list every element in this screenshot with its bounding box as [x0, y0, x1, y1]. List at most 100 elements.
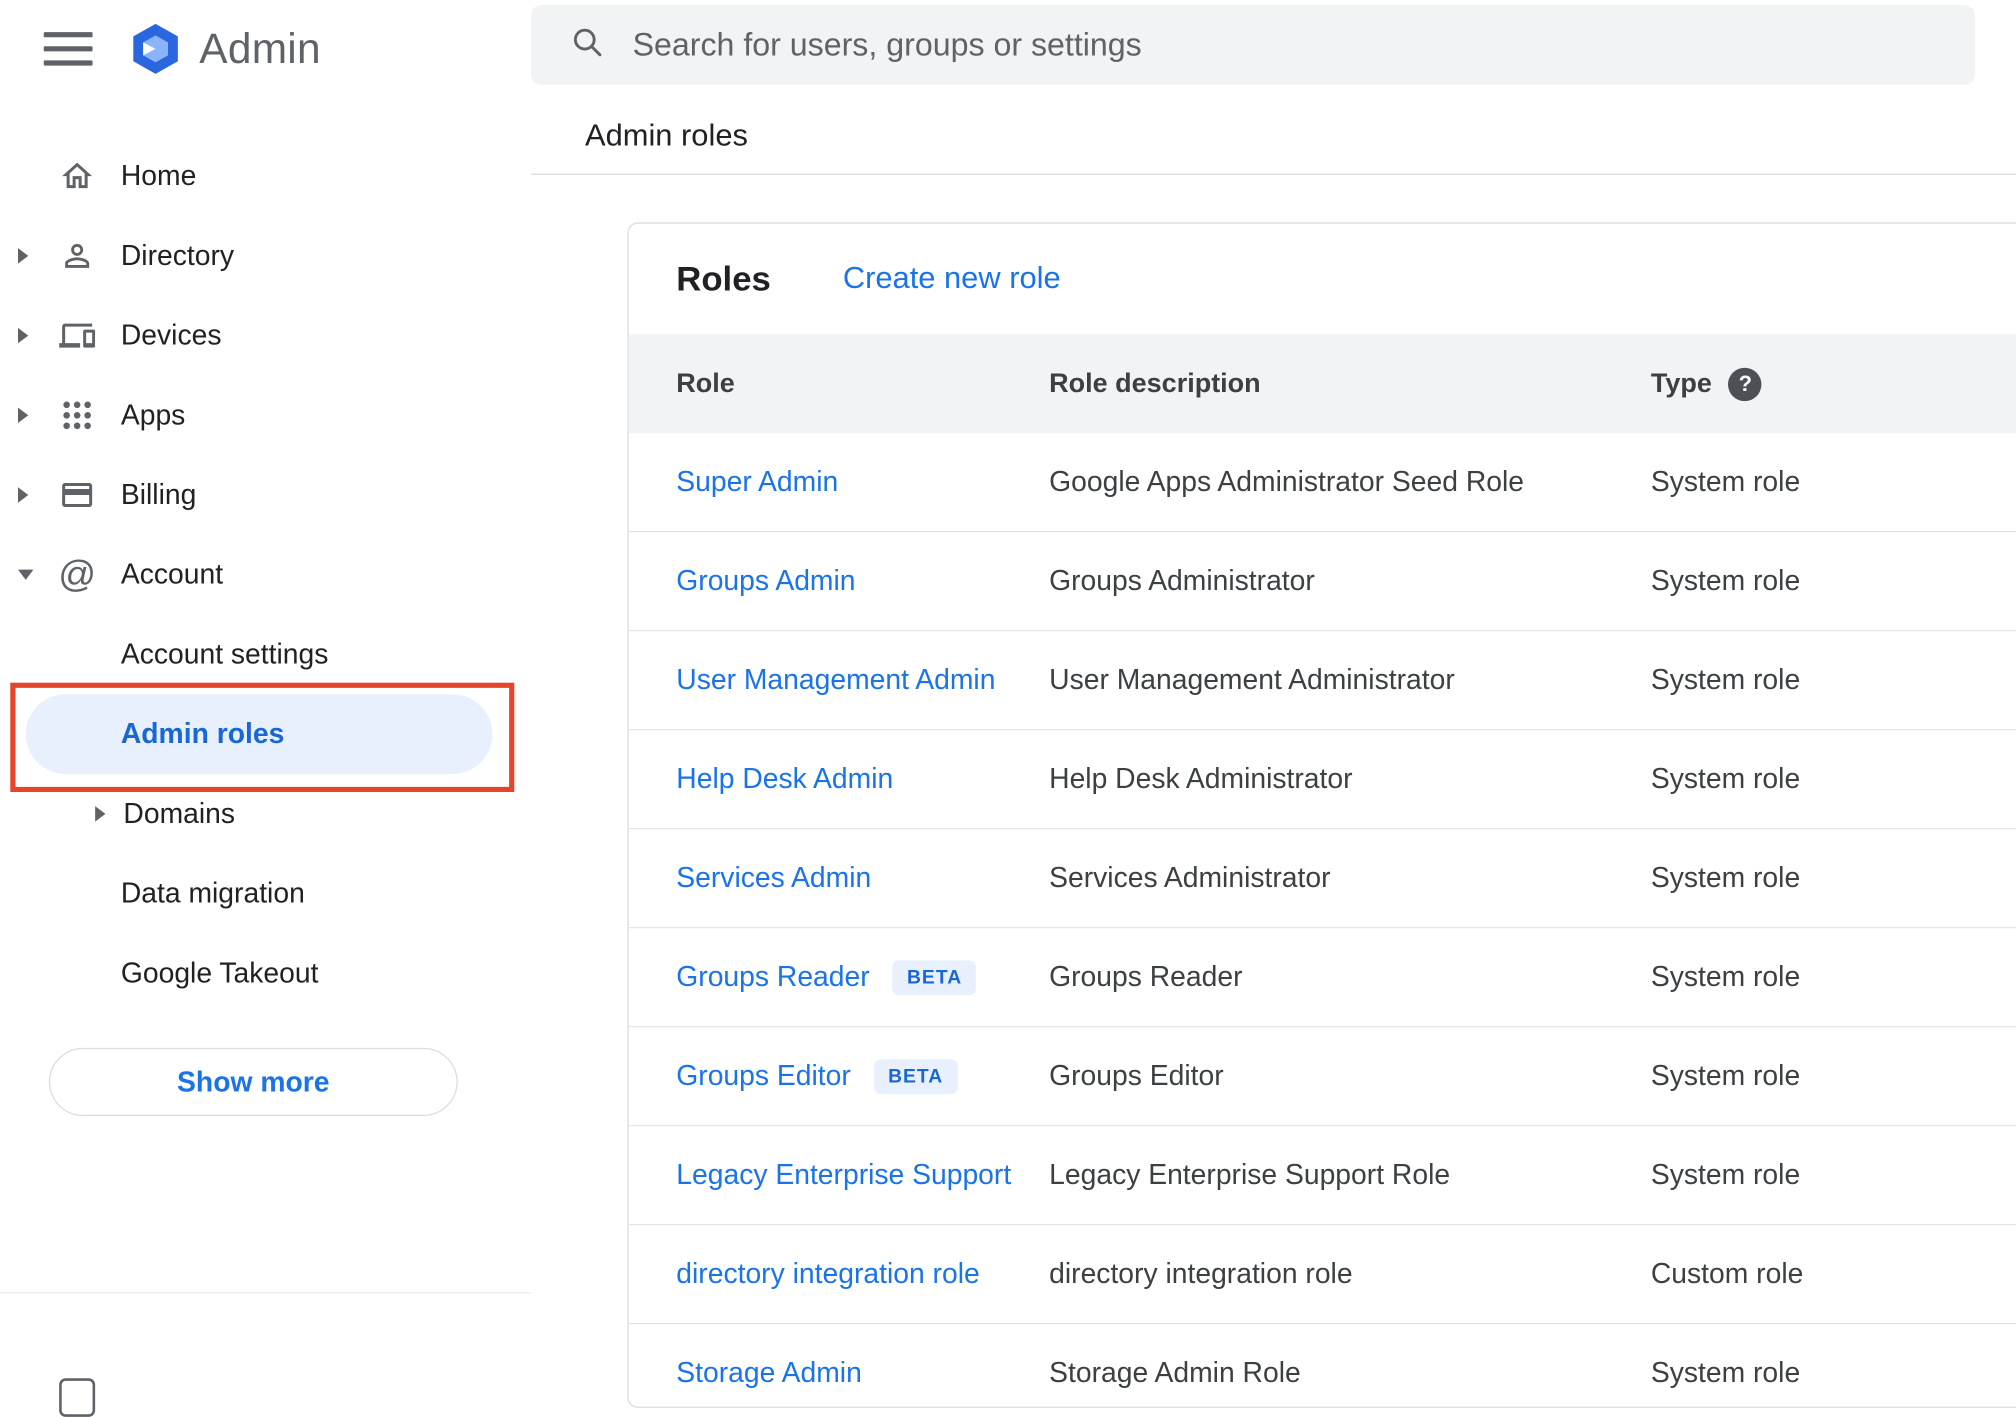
collapse-down-icon[interactable]	[17, 569, 34, 580]
sidebar-header: Admin	[0, 0, 531, 98]
table-row: Groups Admin Groups Administrator System…	[628, 532, 2016, 632]
sidebar-item-data-migration[interactable]: Data migration	[0, 854, 531, 934]
sidebar-item-label: Account settings	[120, 637, 329, 670]
at-sign-icon: @	[58, 553, 97, 595]
role-description: directory integration role	[1049, 1257, 1353, 1290]
table-row: Super Admin Google Apps Administrator Se…	[628, 433, 2016, 533]
person-icon	[59, 238, 95, 274]
sidebar-item-label: Google Takeout	[120, 956, 319, 989]
table-row: User Management Admin User Management Ad…	[628, 631, 2016, 731]
sidebar-item-label: Domains	[123, 797, 236, 830]
role-description: Groups Reader	[1049, 960, 1243, 993]
column-header-description: Role description	[1049, 368, 1261, 398]
role-description: Help Desk Administrator	[1049, 762, 1353, 795]
column-header-type: Type ?	[1650, 367, 2016, 401]
role-type: System role	[1650, 564, 1801, 597]
sidebar-item-apps[interactable]: Apps	[0, 375, 531, 455]
table-row: Storage Admin Storage Admin Role System …	[629, 1324, 2016, 1406]
role-description: Groups Administrator	[1049, 564, 1315, 597]
role-link[interactable]: Help Desk Admin	[676, 762, 893, 795]
sidebar-item-label: Directory	[120, 239, 235, 272]
beta-badge: BETA	[873, 1058, 958, 1094]
sidebar-item-google-takeout[interactable]: Google Takeout	[0, 933, 531, 1013]
help-icon[interactable]: ?	[1728, 367, 1763, 401]
hamburger-menu-icon[interactable]	[43, 32, 93, 66]
sidebar-item-label: Apps	[120, 398, 186, 431]
expand-right-icon[interactable]	[95, 806, 106, 822]
role-link[interactable]: directory integration role	[676, 1257, 979, 1290]
hamburger-bar	[43, 46, 93, 52]
role-type: System role	[1650, 1158, 1801, 1191]
role-description: Storage Admin Role	[1049, 1356, 1301, 1389]
roles-table: Super Admin Google Apps Administrator Se…	[628, 433, 2016, 1406]
role-type: System role	[1650, 960, 1801, 993]
scaled-viewport: Admin Home Directory Devices Apps Billin…	[0, 0, 2016, 1417]
admin-hexagon-logo	[129, 22, 183, 76]
sidebar-item-directory[interactable]: Directory	[0, 216, 531, 296]
role-link[interactable]: Super Admin	[676, 465, 838, 498]
role-description: Google Apps Administrator Seed Role	[1049, 465, 1524, 498]
role-link[interactable]: Services Admin	[676, 861, 871, 894]
sidebar-item-label: Devices	[120, 318, 222, 351]
sidebar-item-devices[interactable]: Devices	[0, 296, 531, 376]
breadcrumb: Admin roles	[584, 118, 748, 153]
role-description: Legacy Enterprise Support Role	[1049, 1158, 1451, 1191]
search-icon	[570, 24, 605, 65]
search-bar	[530, 5, 1975, 85]
hamburger-bar	[43, 60, 93, 66]
expand-right-icon[interactable]	[17, 248, 29, 264]
sidebar-item-home[interactable]: Home	[0, 136, 531, 216]
expand-right-icon[interactable]	[17, 407, 29, 423]
role-link[interactable]: Storage Admin	[676, 1356, 862, 1389]
partial-bottom-icon	[59, 1378, 96, 1417]
role-description: User Management Administrator	[1049, 663, 1455, 696]
sidebar-item-account-settings[interactable]: Account settings	[0, 615, 531, 695]
role-type: System role	[1650, 663, 1801, 696]
role-link[interactable]: Legacy Enterprise Support	[676, 1158, 1011, 1191]
role-link[interactable]: User Management Admin	[676, 663, 995, 696]
role-type: System role	[1650, 1059, 1801, 1092]
sidebar-item-billing[interactable]: Billing	[0, 455, 531, 535]
expand-right-icon[interactable]	[17, 327, 29, 344]
role-type: System role	[1650, 1356, 1801, 1389]
sidebar-item-label: Admin roles	[120, 717, 285, 750]
sidebar-item-account[interactable]: @ Account	[0, 535, 531, 615]
role-link[interactable]: Groups Editor	[676, 1059, 851, 1092]
role-link[interactable]: Groups Admin	[676, 564, 855, 597]
role-type: System role	[1650, 465, 1801, 498]
role-type: System role	[1650, 861, 1801, 894]
hamburger-bar	[43, 32, 93, 38]
column-header-role: Role	[676, 368, 735, 398]
role-link[interactable]: Groups Reader	[676, 960, 869, 993]
beta-badge: BETA	[892, 959, 977, 995]
sidebar-item-label: Home	[120, 159, 197, 192]
table-row: Services Admin Services Administrator Sy…	[628, 829, 2016, 929]
credit-card-icon	[59, 477, 95, 513]
roles-card: Roles Create new role Role Role descript…	[627, 222, 2016, 1408]
sidebar: Admin Home Directory Devices Apps Billin…	[0, 0, 531, 1417]
home-icon	[59, 158, 95, 194]
expand-right-icon[interactable]	[17, 487, 29, 503]
create-new-role-link[interactable]: Create new role	[843, 261, 1061, 297]
sidebar-item-label: Billing	[120, 478, 197, 511]
sidebar-nav: Home Directory Devices Apps Billing @ Ac…	[0, 136, 531, 614]
sidebar-item-label: Data migration	[120, 876, 305, 909]
table-row: directory integration role directory int…	[628, 1225, 2016, 1325]
show-more-button[interactable]: Show more	[48, 1047, 458, 1116]
search-input[interactable]	[604, 25, 1975, 65]
sidebar-item-label: Account	[120, 557, 224, 591]
table-header-row: Role Role description Type ?	[628, 334, 2016, 434]
role-type: System role	[1650, 762, 1801, 795]
table-row: Help Desk Admin Help Desk Administrator …	[628, 730, 2016, 830]
sidebar-item-domains[interactable]: Domains	[0, 774, 531, 854]
devices-icon	[59, 318, 96, 354]
role-description: Groups Editor	[1049, 1059, 1224, 1092]
sidebar-item-admin-roles[interactable]: Admin roles	[25, 694, 493, 774]
roles-title: Roles	[676, 259, 771, 298]
role-type: Custom role	[1650, 1257, 1804, 1290]
apps-grid-icon	[59, 397, 95, 433]
column-header-type-label: Type	[1650, 368, 1712, 398]
table-row: Legacy Enterprise Support Legacy Enterpr…	[628, 1126, 2016, 1226]
main-content: Admin roles Roles Create new role Role R…	[530, 0, 2016, 1408]
roles-card-header: Roles Create new role	[629, 224, 2016, 335]
